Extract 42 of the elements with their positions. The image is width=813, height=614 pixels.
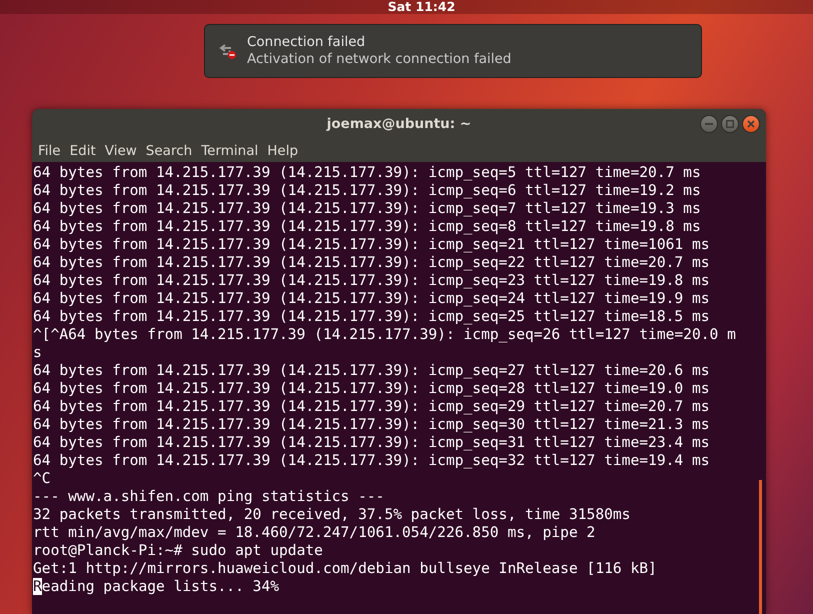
terminal-line: 64 bytes from 14.215.177.39 (14.215.177.39): icmp_seq=28 ttl=127 time=19.0 ms [33,380,711,398]
notification-title: Connection failed [247,34,366,51]
terminal-line: 64 bytes from 14.215.177.39 (14.215.177.39): icmp_seq=30 ttl=127 time=21.3 ms [33,416,711,434]
minimize-button[interactable] [700,115,718,133]
terminal-line: ^C [33,470,52,488]
terminal-line: s [33,344,43,362]
menu-item[interactable]: View [104,142,144,158]
maximize-icon [726,120,734,128]
notification-card[interactable]: Connection failed Activation of network connection failed [204,24,702,78]
terminal-line: 64 bytes from 14.215.177.39 (14.215.177.39): icmp_seq=25 ttl=127 time=18.5 ms [33,308,711,326]
terminal-line: ^[^A64 bytes from 14.215.177.39 (14.215.177.39): icmp_seq=26 ttl=127 time=20.0 m [33,326,736,344]
terminal-line: 64 bytes from 14.215.177.39 (14.215.177.39): icmp_seq=27 ttl=127 time=20.6 ms [33,362,711,380]
maximize-button[interactable] [721,115,739,133]
network-error-icon [219,43,237,59]
terminal-line: --- www.a.shifen.com ping statistics --- [33,488,386,506]
terminal-line: Get:1 http://mirrors.huaweicloud.com/debian bullseye InRelease [116 kB] [33,560,658,578]
menu-item[interactable]: Edit [70,142,103,158]
terminal-line: 64 bytes from 14.215.177.39 (14.215.177.39): icmp_seq=21 ttl=127 time=1061 ms [33,236,711,254]
terminal-line: 64 bytes from 14.215.177.39 (14.215.177.39): icmp_seq=8 ttl=127 time=19.8 ms [33,218,702,236]
menu-item[interactable]: File [38,142,68,158]
terminal-line: 64 bytes from 14.215.177.39 (14.215.177.39): icmp_seq=23 ttl=127 time=19.8 ms [33,272,711,290]
notification-body: Activation of network connection failed [247,51,512,68]
scrollbar[interactable] [759,480,762,614]
terminal-line: 64 bytes from 14.215.177.39 (14.215.177.39): icmp_seq=7 ttl=127 time=19.3 ms [33,200,702,218]
clock[interactable]: Sat 11:42 [388,0,456,14]
terminal-line: root@Planck-Pi:~# sudo apt update [33,542,324,560]
terminal-line: 64 bytes from 14.215.177.39 (14.215.177.39): icmp_seq=32 ttl=127 time=19.4 ms [33,452,711,470]
terminal-line: 64 bytes from 14.215.177.39 (14.215.177.39): icmp_seq=5 ttl=127 time=20.7 ms [33,164,702,182]
close-button[interactable] [742,115,760,133]
terminal-line: 64 bytes from 14.215.177.39 (14.215.177.39): icmp_seq=22 ttl=127 time=20.7 ms [33,254,711,272]
terminal-line: 64 bytes from 14.215.177.39 (14.215.177.39): icmp_seq=6 ttl=127 time=19.2 ms [33,182,702,200]
window-title: joemax@ubuntu: ~ [326,116,472,132]
terminal-line: 64 bytes from 14.215.177.39 (14.215.177.39): icmp_seq=31 ttl=127 time=23.4 ms [33,434,711,452]
terminal-line: 64 bytes from 14.215.177.39 (14.215.177.39): icmp_seq=29 ttl=127 time=20.7 ms [33,398,711,416]
close-icon [747,120,755,128]
terminal-line: 64 bytes from 14.215.177.39 (14.215.177.39): icmp_seq=24 ttl=127 time=19.9 ms [33,290,711,308]
terminal-line: rtt min/avg/max/mdev = 18.460/72.247/1061.054/226.850 ms, pipe 2 [33,524,596,542]
terminal-line: 32 packets transmitted, 20 received, 37.5% packet loss, time 31580ms [33,506,632,524]
menu-item[interactable]: Help [267,142,306,158]
menu-item[interactable]: Search [146,142,200,158]
menu-item[interactable]: Terminal [201,142,266,158]
minimize-icon [705,123,713,125]
